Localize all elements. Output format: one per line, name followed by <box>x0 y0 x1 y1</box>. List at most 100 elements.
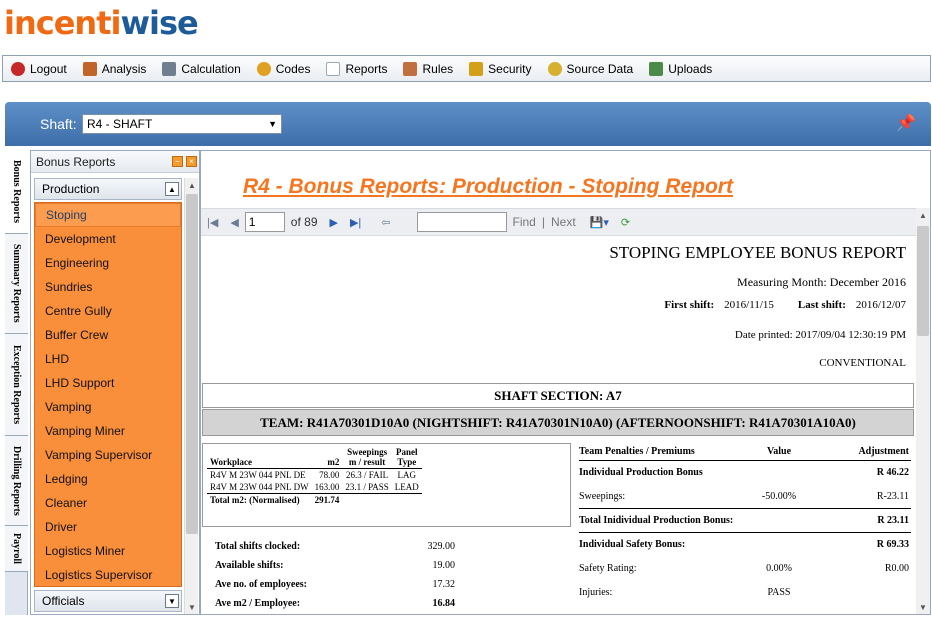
main-menu-bar: Logout Analysis Calculation Codes Report… <box>2 55 931 82</box>
shaft-label: Shaft: <box>40 116 77 132</box>
shift-range: First shift: 2016/11/15 Last shift: 2016/1… <box>664 299 906 311</box>
group-production[interactable]: Production ▲ <box>34 178 182 200</box>
shift-stats: Total shifts clocked: 329.00 Available sh… <box>215 537 455 613</box>
nav-item-driver[interactable]: Driver <box>35 515 181 539</box>
find-link[interactable]: Find <box>513 215 536 229</box>
report-content: R4 - Bonus Reports: Production - Stoping… <box>200 150 931 615</box>
chevron-down-icon[interactable]: ▼ <box>165 594 179 608</box>
calculator-icon <box>162 61 177 76</box>
report-title: STOPING EMPLOYEE BONUS REPORT <box>609 243 906 262</box>
scroll-down-icon[interactable]: ▼ <box>916 600 930 614</box>
table-row: Sweepings: -50.00% R-23.11 <box>579 485 911 509</box>
close-panel-icon[interactable]: × <box>186 156 197 167</box>
table-row-total: Total m2: (Normalised) 291.74 <box>207 493 422 507</box>
report-scrollbar[interactable]: ▲ ▼ <box>916 208 930 614</box>
first-page-icon[interactable]: |◀ <box>207 216 218 229</box>
navigation-panel: Bonus Reports − × Production ▲ Stoping De… <box>30 150 200 615</box>
nav-item-development[interactable]: Development <box>35 227 181 251</box>
reports-icon <box>326 61 341 76</box>
menu-uploads[interactable]: Uploads <box>641 56 720 81</box>
incentiwise-logo: incenti wise <box>4 4 199 42</box>
nav-item-centre-gully[interactable]: Centre Gully <box>35 299 181 323</box>
rules-icon <box>403 61 418 76</box>
pin-panel-icon[interactable]: − <box>172 156 183 167</box>
nav-item-logistics-miner[interactable]: Logistics Miner <box>35 539 181 563</box>
nav-item-vamping-supervisor[interactable]: Vamping Supervisor <box>35 443 181 467</box>
shaft-bar: Shaft: R4 - SHAFT ▼ 📌 <box>5 102 931 146</box>
analysis-icon <box>82 61 97 76</box>
scroll-up-icon[interactable]: ▲ <box>185 178 199 192</box>
next-link[interactable]: Next <box>551 215 576 229</box>
menu-reports[interactable]: Reports <box>318 56 395 81</box>
refresh-icon[interactable]: ⟳ <box>621 216 630 229</box>
nav-item-cleaner[interactable]: Cleaner <box>35 491 181 515</box>
group-officials[interactable]: Officials ▼ <box>34 590 182 612</box>
shaft-section: SHAFT SECTION: A7 <box>202 383 914 408</box>
workplace-table: Workplace m2 Sweepings m / result Panel Ty… <box>202 443 571 527</box>
shaft-select[interactable]: R4 - SHAFT ▼ <box>82 114 282 134</box>
stat-row: Ave m2 / Employee: 16.84 <box>215 598 455 609</box>
table-row: R4V M 23W 044 PNL DW 163.00 23.1 / PASS … <box>210 482 419 492</box>
codes-icon <box>256 61 271 76</box>
nav-item-engineering[interactable]: Engineering <box>35 251 181 275</box>
page-number-input[interactable] <box>244 212 285 232</box>
page-title: R4 - Bonus Reports: Production - Stoping… <box>243 175 733 198</box>
back-icon[interactable]: ⇦ <box>381 216 390 229</box>
table-row: Total Inidividual Production Bonus: R 23.… <box>579 509 911 533</box>
export-icon[interactable]: 💾▾ <box>590 216 609 229</box>
nav-item-ledging[interactable]: Ledging <box>35 467 181 491</box>
menu-logout[interactable]: Logout <box>3 56 75 81</box>
source-data-icon <box>547 61 562 76</box>
vertical-tabs: Bonus Reports Summary Reports Exception … <box>5 150 28 615</box>
menu-codes[interactable]: Codes <box>249 56 319 81</box>
nav-item-vamping[interactable]: Vamping <box>35 395 181 419</box>
tab-exception-reports[interactable]: Exception Reports <box>5 334 28 436</box>
stat-row: Available shifts: 19.00 <box>215 560 455 571</box>
measuring-month: Measuring Month: December 2016 <box>737 275 906 289</box>
last-page-icon[interactable]: ▶| <box>350 216 361 229</box>
tab-payroll[interactable]: Payroll <box>5 526 28 572</box>
chevron-up-icon[interactable]: ▲ <box>165 182 179 196</box>
menu-source-data[interactable]: Source Data <box>540 56 642 81</box>
report-toolbar: |◀ ◀ of 89 ▶ ▶| ⇦ Find | Next 💾▾ ⟳ <box>201 208 916 236</box>
nav-item-vamping-miner[interactable]: Vamping Miner <box>35 419 181 443</box>
table-row: Injuries: PASS <box>579 587 791 598</box>
report-type: CONVENTIONAL <box>819 357 906 369</box>
scroll-down-icon[interactable]: ▼ <box>185 600 199 614</box>
uploads-icon <box>649 61 664 76</box>
menu-security[interactable]: Security <box>461 56 539 81</box>
page-count: of 89 <box>290 215 318 229</box>
nav-panel-header: Bonus Reports − × <box>31 151 199 173</box>
nav-item-buffer-crew[interactable]: Buffer Crew <box>35 323 181 347</box>
security-icon <box>469 61 484 76</box>
pin-icon[interactable]: 📌 <box>896 113 916 133</box>
team-header: TEAM: R41A70301D10A0 (NIGHTSHIFT: R41A70… <box>202 409 914 436</box>
find-input[interactable] <box>416 212 507 232</box>
nav-list: Stoping Development Engineering Sundries Cen… <box>34 202 182 587</box>
table-row: Individual Production Bonus R 46.22 <box>579 467 909 478</box>
nav-item-logistics-supervisor[interactable]: Logistics Supervisor <box>35 563 181 587</box>
penalties-header: Team Penalties / Premiums Value Adjustme… <box>579 443 911 461</box>
nav-item-sundries[interactable]: Sundries <box>35 275 181 299</box>
nav-scroll-thumb[interactable] <box>186 194 198 534</box>
nav-scrollbar[interactable]: ▲ ▼ <box>184 178 198 614</box>
chevron-down-icon: ▼ <box>268 119 277 129</box>
tab-summary-reports[interactable]: Summary Reports <box>5 234 28 334</box>
tab-bonus-reports[interactable]: Bonus Reports <box>5 150 28 234</box>
nav-item-lhd-support[interactable]: LHD Support <box>35 371 181 395</box>
logout-icon <box>11 61 25 76</box>
date-printed: Date printed: 2017/09/04 12:30:19 PM <box>734 329 906 341</box>
stat-row: Total shifts clocked: 329.00 <box>215 541 455 552</box>
scroll-up-icon[interactable]: ▲ <box>916 208 930 222</box>
tab-drilling-reports[interactable]: Drilling Reports <box>5 436 28 526</box>
nav-item-stoping[interactable]: Stoping <box>35 203 181 227</box>
table-row: Individual Safety Bonus: R 69.33 <box>579 539 909 550</box>
table-row: Safety Rating: 0.00% R0.00 <box>579 563 909 574</box>
report-scroll-thumb[interactable] <box>917 226 929 336</box>
nav-item-lhd[interactable]: LHD <box>35 347 181 371</box>
menu-calculation[interactable]: Calculation <box>154 56 248 81</box>
prev-page-icon[interactable]: ◀ <box>230 216 238 229</box>
next-page-icon[interactable]: ▶ <box>330 216 338 229</box>
menu-analysis[interactable]: Analysis <box>75 56 155 81</box>
menu-rules[interactable]: Rules <box>395 56 461 81</box>
